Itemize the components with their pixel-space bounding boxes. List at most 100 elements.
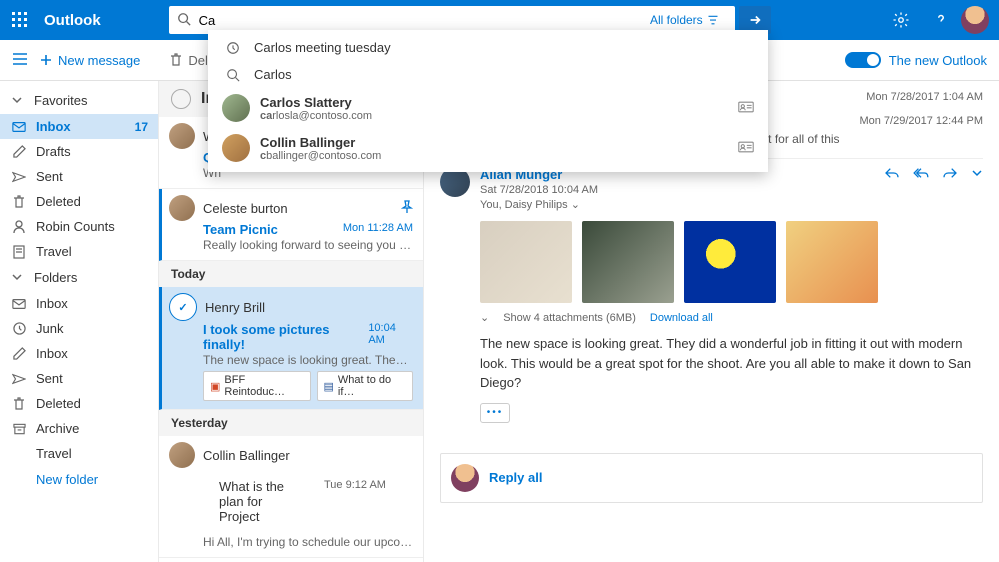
sidebar-item-deleted[interactable]: Deleted xyxy=(0,391,158,416)
search-scope[interactable]: All folders xyxy=(650,13,719,27)
pencil-icon xyxy=(12,347,26,360)
sidebar-item-label: Archive xyxy=(36,421,79,436)
delete-button[interactable]: Del xyxy=(170,53,208,68)
user-avatar[interactable] xyxy=(961,6,989,34)
more-button[interactable]: ••• xyxy=(480,403,510,423)
send-icon xyxy=(12,373,26,385)
message-item[interactable]: ✓ Henry Brill I took some pictures finally… xyxy=(159,287,423,410)
person-avatar xyxy=(222,94,250,122)
sender-avatar xyxy=(169,123,195,149)
search-icon xyxy=(177,12,191,29)
settings-icon[interactable] xyxy=(881,0,921,40)
suggestion-recent[interactable]: Carlos meeting tuesday xyxy=(208,34,768,61)
sidebar-item-label: Travel xyxy=(36,244,72,259)
pin-icon[interactable] xyxy=(401,200,413,217)
sidebar-item-sent[interactable]: Sent xyxy=(0,164,158,189)
select-all-checkbox[interactable] xyxy=(171,89,191,109)
chevron-down-icon[interactable]: ⌄ xyxy=(571,199,580,211)
new-message-button[interactable]: New message xyxy=(40,53,140,68)
message-body: The new space is looking great. They did… xyxy=(480,334,983,393)
section-label: Favorites xyxy=(34,93,87,108)
sidebar-item-inbox[interactable]: Inbox xyxy=(0,341,158,366)
sidebar-item-deleted[interactable]: Deleted xyxy=(0,189,158,214)
favorites-header[interactable]: Favorites xyxy=(0,87,158,114)
attachment-thumbnail[interactable] xyxy=(480,221,572,303)
suggestion-text: Carlos xyxy=(254,67,292,82)
reply-icon[interactable] xyxy=(885,167,899,182)
new-folder-link[interactable]: New folder xyxy=(0,466,158,493)
sidebar-item-junk[interactable]: Junk xyxy=(0,316,158,341)
section-label: Folders xyxy=(34,270,77,285)
sidebar-item-travel[interactable]: Travel xyxy=(0,239,158,264)
sidebar-item-label: Drafts xyxy=(36,144,71,159)
thread-date: Mon 7/29/2017 12:44 PM xyxy=(859,115,983,146)
sidebar-item-robin-counts[interactable]: Robin Counts xyxy=(0,214,158,239)
sidebar-item-label: Sent xyxy=(36,371,63,386)
message-from: Henry Brill xyxy=(205,300,265,315)
hamburger-icon[interactable] xyxy=(12,52,28,69)
brand-title: Outlook xyxy=(44,12,101,29)
show-attachments-link[interactable]: Show 4 attachments (6MB) xyxy=(503,312,636,324)
contact-card-icon[interactable] xyxy=(738,141,754,156)
message-date: Sat 7/28/2018 10:04 AM xyxy=(480,184,983,196)
search-scope-label: All folders xyxy=(650,13,703,27)
pencil-icon xyxy=(12,145,26,158)
trash-icon xyxy=(170,53,182,67)
sidebar-item-drafts[interactable]: Drafts xyxy=(0,139,158,164)
message-preview: Really looking forward to seeing you all… xyxy=(203,238,413,252)
message-item[interactable]: Celeste burtonTeam PicnicMon 11:28 AMRea… xyxy=(159,189,423,261)
sidebar-item-sent[interactable]: Sent xyxy=(0,366,158,391)
sidebar-item-label: Junk xyxy=(36,321,63,336)
sidebar-item-label: Inbox xyxy=(36,119,71,134)
person-name: Collin Ballinger xyxy=(260,135,381,150)
attachment-actions: ⌄ Show 4 attachments (6MB) Download all xyxy=(480,311,983,324)
select-checkbox[interactable]: ✓ xyxy=(169,293,197,321)
message-item[interactable]: LBLydia Bauer›How does everyone's timeli… xyxy=(159,558,423,562)
attachment-thumbnail[interactable] xyxy=(786,221,878,303)
sidebar-item-inbox[interactable]: Inbox17 xyxy=(0,114,158,139)
message-time: Mon 11:28 AM xyxy=(343,222,413,237)
reply-all-icon[interactable] xyxy=(913,167,929,182)
reply-all-box[interactable]: Reply all xyxy=(440,453,983,503)
sidebar-item-label: Travel xyxy=(36,446,72,461)
chevron-down-icon[interactable]: ⌄ xyxy=(480,311,489,324)
arrow-right-icon xyxy=(748,13,762,27)
chevron-down-icon[interactable] xyxy=(971,167,983,182)
app-launcher-icon[interactable] xyxy=(0,0,40,40)
suggestion-person[interactable]: Collin Ballinger cballinger@contoso.com xyxy=(208,128,768,168)
trash-icon xyxy=(12,397,26,411)
archive-icon xyxy=(12,423,26,435)
message-item[interactable]: Collin BallingerWhat is the plan for Pro… xyxy=(159,436,423,558)
attachment-thumbnail[interactable] xyxy=(684,221,776,303)
suggestion-recent[interactable]: Carlos xyxy=(208,61,768,88)
sidebar-item-label: Deleted xyxy=(36,396,81,411)
attachment-chip[interactable]: ▣BFF Reintoduc… xyxy=(203,371,311,401)
chevron-down-icon xyxy=(12,93,24,108)
attachment-thumbnail[interactable] xyxy=(582,221,674,303)
suggestion-text: Carlos meeting tuesday xyxy=(254,40,391,55)
folders-header[interactable]: Folders xyxy=(0,264,158,291)
message-subject: I took some pictures finally! xyxy=(203,322,368,352)
sidebar-item-travel[interactable]: Travel xyxy=(0,441,158,466)
search-input[interactable] xyxy=(197,12,650,29)
toggle-label: The new Outlook xyxy=(889,53,987,68)
suggestion-person[interactable]: Carlos Slattery carlosla@contoso.com xyxy=(208,88,768,128)
download-all-link[interactable]: Download all xyxy=(650,312,713,324)
sidebar-item-archive[interactable]: Archive xyxy=(0,416,158,441)
message-time: Tue 9:12 AM xyxy=(308,469,413,534)
new-outlook-toggle[interactable]: The new Outlook xyxy=(845,52,987,68)
attachment-chip[interactable]: ▤What to do if… xyxy=(317,371,414,401)
sidebar-item-inbox[interactable]: Inbox xyxy=(0,291,158,316)
contact-card-icon[interactable] xyxy=(738,101,754,116)
help-icon[interactable] xyxy=(921,0,961,40)
date-group: Today xyxy=(159,261,423,287)
message-preview: The new space is looking great. They did… xyxy=(203,353,413,367)
attachment-thumbnails xyxy=(480,221,983,303)
forward-icon[interactable] xyxy=(943,167,957,182)
note-icon xyxy=(12,245,26,259)
clock-icon xyxy=(12,322,26,335)
person-email: cballinger@contoso.com xyxy=(260,150,381,162)
inbox-icon xyxy=(12,298,26,310)
user-avatar xyxy=(451,464,479,492)
toggle-switch[interactable] xyxy=(845,52,881,68)
